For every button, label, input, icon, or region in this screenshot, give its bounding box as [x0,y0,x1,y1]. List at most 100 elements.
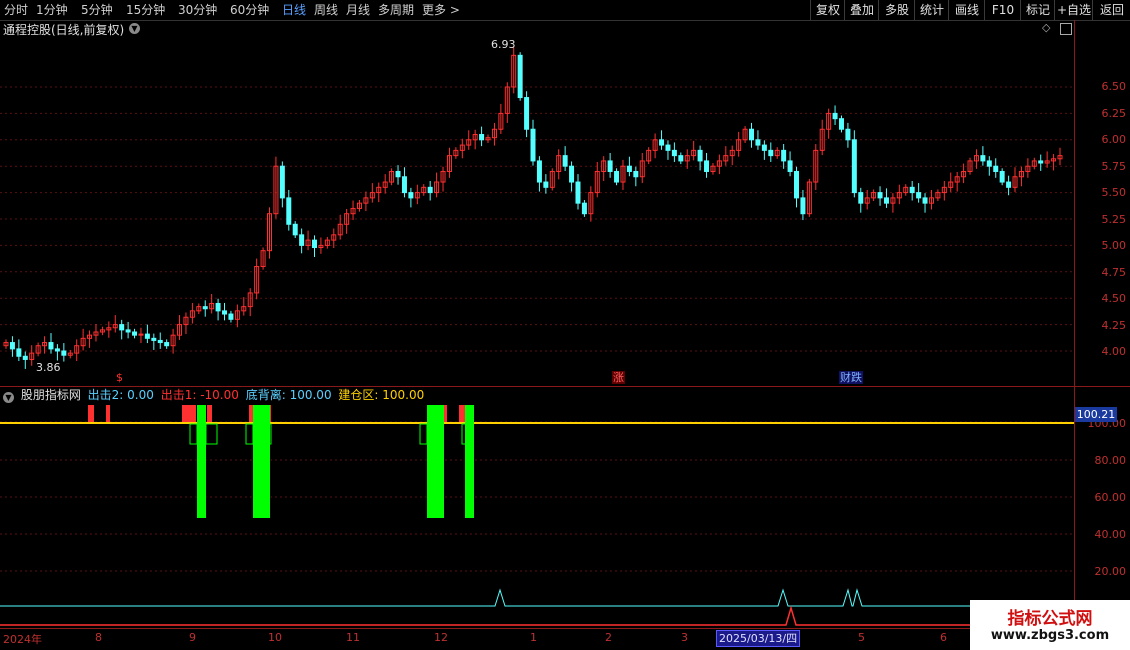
watermark-title: 指标公式网 [1007,609,1093,629]
candle-body [164,342,170,347]
candle-body [704,160,710,172]
chuji1-block [459,405,465,422]
candle-body [1038,160,1044,164]
candle-body [626,165,632,172]
dibeili-bar [427,405,444,518]
candle-body [755,139,761,146]
candle-body [54,348,60,352]
candle-body [151,337,157,341]
dibeili-bar [465,405,474,518]
candle-body [787,160,793,172]
indicator-value-chuji2: 出击2: 0.00 [87,388,154,402]
candle-body [543,181,549,188]
candle-body [781,149,787,162]
candle-body [228,313,234,320]
candle-body [858,192,864,204]
indicator-dropdown-icon[interactable]: ▼ [3,392,14,403]
candle-body [993,165,999,172]
x-tick: 6 [940,631,947,644]
candle-body [427,186,433,194]
candle-body [838,118,844,130]
x-tick: 5 [858,631,865,644]
indicator-value-jiancang: 建仓区: 100.00 [338,388,425,402]
indicator-tick: 80.00 [1094,454,1127,467]
candle-body [286,197,292,225]
price-tick: 4.50 [1101,292,1127,305]
x-tick: 9 [189,631,196,644]
candle-body [125,329,131,333]
event-marker-dollar[interactable]: $ [115,371,124,384]
candle-body [22,355,28,360]
candle-body [479,134,485,141]
x-tick: 2 [605,631,612,644]
chuji1-block [249,405,253,422]
price-tick: 4.25 [1101,319,1127,332]
candle-body [202,306,208,310]
x-tick: 2024年 [3,633,42,646]
candle-body [749,128,755,141]
x-tick: 3 [681,631,688,644]
chuji1-block [207,405,212,422]
candle-body [16,348,22,357]
candle-body [909,186,915,194]
candle-body [536,160,542,183]
candle-body [299,234,305,246]
event-marker-zhang[interactable]: 涨 [612,371,625,384]
candle-body [9,342,15,350]
candle-body [569,165,575,183]
price-tick: 5.50 [1101,186,1127,199]
candle-body [697,149,703,162]
candle-body [517,54,523,99]
candle-body [119,324,125,331]
indicator-current-value: 100.21 [1075,407,1117,422]
price-tick: 4.75 [1101,266,1127,279]
watermark-url: www.zbgs3.com [990,628,1110,643]
candle-body [408,192,414,199]
price-axis-line [1074,20,1075,630]
candle-body [132,331,138,336]
candle-body [292,223,298,236]
indicator-value-chuji1: 出击1: -10.00 [160,388,239,402]
x-tick: 8 [95,631,102,644]
candle-body [215,302,221,312]
candle-body [851,139,857,194]
price-tick: 5.75 [1101,160,1127,173]
candle-body [999,170,1005,183]
signal-outline [205,423,218,445]
candle-body [665,144,671,151]
price-tick: 6.00 [1101,133,1127,146]
price-tick: 5.25 [1101,213,1127,226]
candle-body [671,149,677,157]
price-tick: 6.50 [1101,80,1127,93]
candle-body [659,139,665,146]
kline-chart[interactable] [0,0,1130,650]
candle-body [678,155,684,162]
cursor-date: 2025/03/13/四 [716,630,801,647]
candle-body [311,239,317,249]
chuji1-block [444,405,447,422]
candle-body [562,155,568,167]
candle-body [845,128,851,141]
candle-body [395,170,401,178]
chuji1-line [0,605,1074,626]
chuji1-block [88,405,94,422]
candle-body [61,350,67,356]
candle-body [581,202,587,215]
price-tick: 5.00 [1101,239,1127,252]
dibeili-bar [253,405,270,518]
candle-body [575,181,581,204]
candle-body [1006,181,1012,188]
candle-body [524,97,530,130]
signal-outline [419,423,428,445]
indicator-tick: 40.00 [1094,528,1127,541]
candle-body [832,112,838,120]
signal-outline [189,423,198,445]
x-tick: 12 [434,631,448,644]
candle-body [916,192,922,199]
event-marker-caidie[interactable]: 财跌 [839,371,863,384]
candle-body [922,197,928,204]
price-tick: 6.25 [1101,107,1127,120]
watermark-logo: 指标公式网 www.zbgs3.com [970,600,1130,650]
candle-body [761,144,767,151]
candle-body [614,170,620,183]
